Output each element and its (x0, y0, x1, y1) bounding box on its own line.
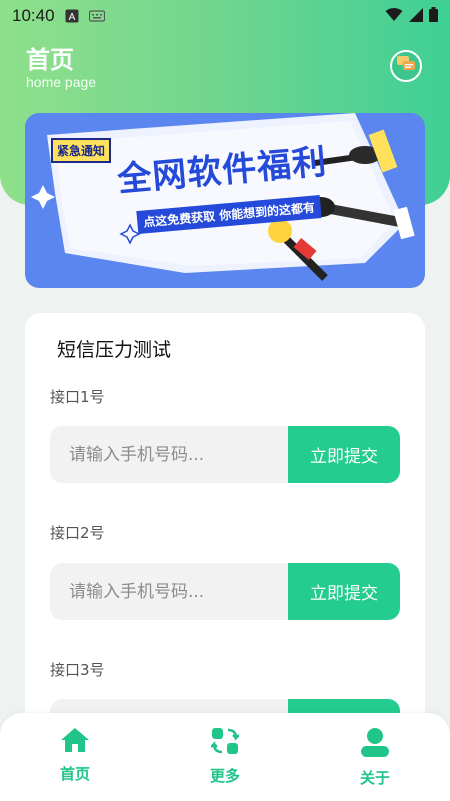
submit-button-2[interactable]: 立即提交 (288, 563, 400, 620)
status-bar: 10:40 A (0, 0, 450, 32)
api-label-1: 接口1号 (50, 388, 105, 406)
nav-item-about[interactable]: 关于 (300, 713, 450, 801)
page-title: 首页 (26, 46, 74, 74)
status-time: 10:40 (12, 6, 55, 25)
banner-tag: 紧急通知 (51, 138, 112, 163)
api-row-2: 立即提交 (50, 563, 400, 620)
wifi-icon (385, 7, 403, 26)
swap-icon (210, 727, 240, 759)
phone-input-2[interactable] (50, 563, 288, 620)
nav-label-home: 首页 (59, 765, 90, 783)
person-icon (360, 727, 390, 761)
page-subtitle: home page (26, 74, 97, 90)
nav-item-more[interactable]: 更多 (150, 713, 300, 801)
api-row-1: 立即提交 (50, 426, 400, 483)
nav-item-home[interactable]: 首页 (0, 713, 150, 801)
battery-icon (429, 6, 438, 26)
svg-text:A: A (68, 12, 75, 23)
nav-label-more: 更多 (209, 767, 240, 785)
submit-button-1[interactable]: 立即提交 (288, 426, 400, 483)
home-icon (60, 727, 90, 757)
api-label-3: 接口3号 (50, 661, 105, 679)
promo-banner[interactable]: 紧急通知 全网软件福利 点这免费获取 你能想到的这都有 (25, 113, 425, 288)
signal-icon (409, 7, 423, 26)
bottom-nav: 首页 更多 关于 (0, 713, 450, 801)
chat-bubbles-icon (396, 55, 416, 77)
a-badge-icon: A (65, 9, 79, 23)
keyboard-icon (88, 10, 105, 22)
card-title: 短信压力测试 (57, 339, 172, 361)
api-label-2: 接口2号 (50, 524, 105, 542)
phone-input-1[interactable] (50, 426, 288, 483)
nav-label-about: 关于 (359, 769, 390, 787)
message-button[interactable] (390, 50, 422, 82)
